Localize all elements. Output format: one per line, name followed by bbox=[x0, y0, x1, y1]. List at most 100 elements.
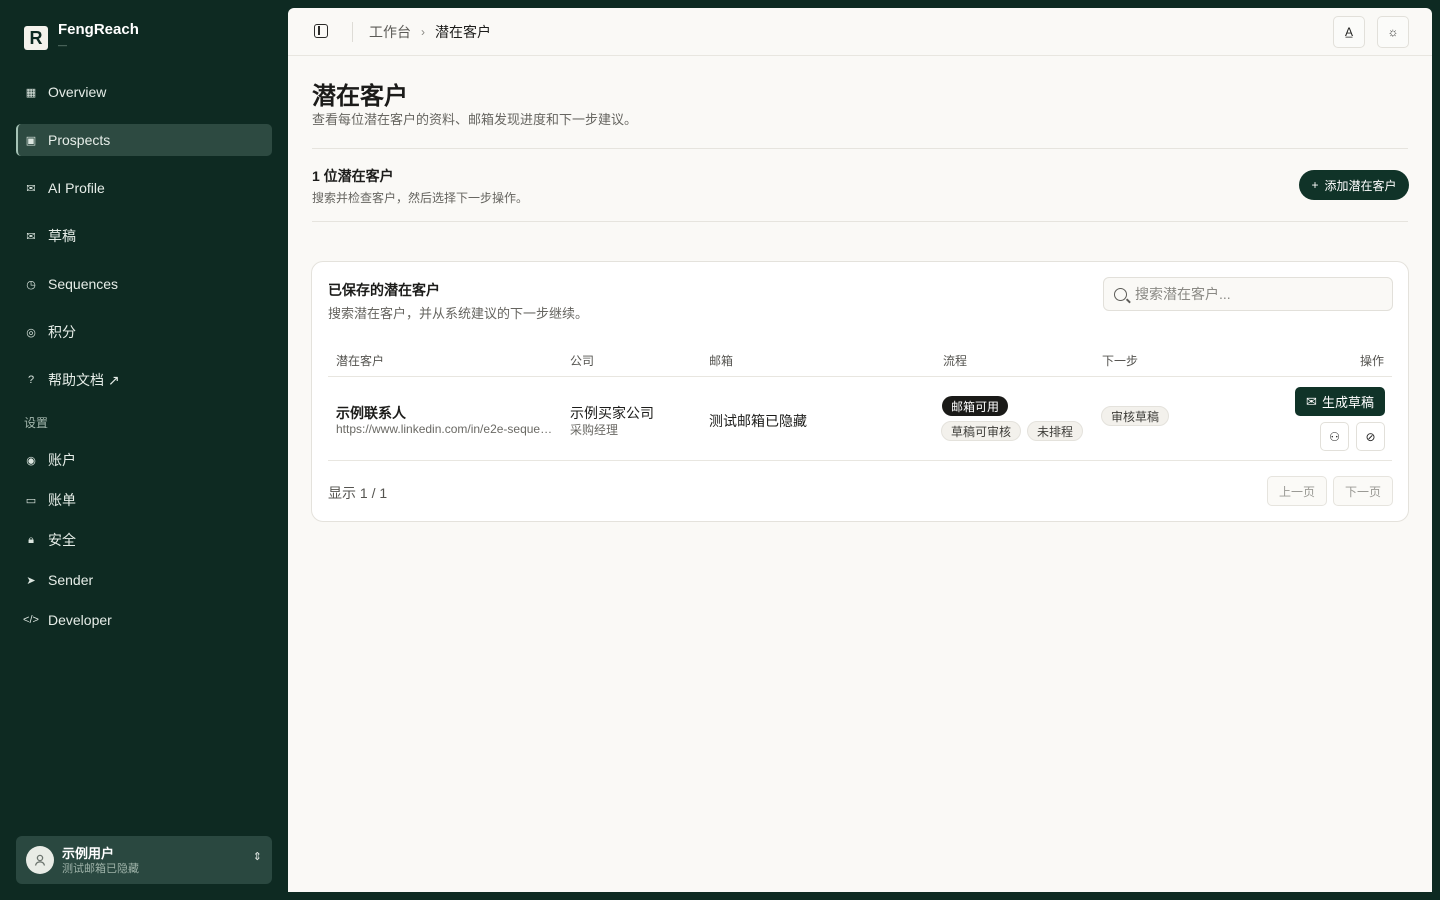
sidebar-item-ai-profile[interactable]: ✉ AI Profile bbox=[16, 172, 272, 204]
main-panel: 工作台 › 潜在客户 A̲ ☼ 潜在客户 查看每位潜在客户的资料、邮箱发现进度和… bbox=[288, 8, 1432, 892]
sidebar-item-help-docs[interactable]: ? 帮助文档 ↗ bbox=[16, 364, 272, 396]
sidebar-item-label: 帮助文档 ↗ bbox=[48, 372, 120, 388]
code-icon: </> bbox=[23, 614, 39, 626]
ban-icon: ⊘ bbox=[1365, 429, 1376, 444]
avatar bbox=[26, 846, 54, 874]
divider bbox=[328, 460, 1392, 461]
clock-icon: ◷ bbox=[26, 278, 36, 291]
help-circle-icon: ? bbox=[27, 374, 35, 386]
breadcrumb-current: 潜在客户 bbox=[435, 24, 491, 40]
sidebar-item-credits[interactable]: ◎ 积分 bbox=[16, 316, 272, 348]
prev-page-button[interactable]: 上一页 bbox=[1267, 476, 1327, 506]
sidebar-item-label: Sender bbox=[48, 572, 94, 588]
settings-section-label: 设置 bbox=[24, 416, 49, 430]
brand-name: FengReach bbox=[58, 21, 139, 38]
prospect-role: 采购经理 bbox=[570, 423, 619, 437]
sidebar-item-label: Developer bbox=[48, 612, 112, 628]
sidebar-item-drafts[interactable]: ✉ 草稿 bbox=[16, 220, 272, 252]
status-badge: 邮箱可用 bbox=[942, 396, 1009, 416]
lock-icon: 🔒︎ bbox=[28, 533, 34, 546]
next-step-badge[interactable]: 审核草稿 bbox=[1101, 406, 1170, 426]
sidebar-item-label: 草稿 bbox=[48, 228, 76, 244]
sidebar-item-sender[interactable]: ➤ Sender bbox=[16, 564, 272, 596]
brand-logo-icon: R bbox=[24, 26, 48, 50]
prospect-count: 1 位潜在客户 bbox=[312, 168, 394, 184]
card-title: 已保存的潜在客户 bbox=[328, 282, 440, 298]
sidebar-item-label: 积分 bbox=[48, 324, 76, 340]
user-icon bbox=[34, 854, 46, 866]
column-header-next-step: 下一步 bbox=[1102, 354, 1139, 368]
sidebar-item-security[interactable]: 🔒︎ 安全 bbox=[16, 524, 272, 556]
user-search-icon: ⚇ bbox=[1329, 429, 1340, 444]
search-box[interactable] bbox=[1103, 277, 1393, 311]
divider bbox=[312, 148, 1408, 149]
contact-card-icon: ▣ bbox=[25, 134, 37, 147]
chevron-up-down-icon: ⇕ bbox=[252, 851, 262, 863]
prospect-linkedin-link[interactable]: https://www.linkedin.com/in/e2e-sequence… bbox=[336, 422, 554, 436]
prospect-email: 测试邮箱已隐藏 bbox=[709, 413, 807, 429]
sidebar-item-label: 账户 bbox=[48, 452, 76, 468]
sidebar-item-label: Sequences bbox=[48, 276, 119, 292]
divider bbox=[328, 376, 1392, 377]
user-circle-icon: ◉ bbox=[26, 454, 36, 467]
sidebar-item-prospects[interactable]: ▣ Prospects bbox=[16, 124, 272, 156]
user-name: 示例用户 bbox=[62, 845, 115, 861]
search-icon bbox=[1114, 287, 1127, 301]
topbar: 工作台 › 潜在客户 A̲ ☼ bbox=[288, 8, 1432, 56]
card-subtitle: 搜索潜在客户，并从系统建议的下一步继续。 bbox=[328, 306, 589, 321]
sun-icon: ☼ bbox=[1387, 25, 1399, 39]
next-page-button[interactable]: 下一页 bbox=[1333, 476, 1393, 506]
prospect-name[interactable]: 示例联系人 bbox=[336, 403, 406, 423]
sidebar-item-label: AI Profile bbox=[48, 180, 105, 196]
sidebar-item-billing[interactable]: ▭ 账单 bbox=[16, 484, 272, 516]
status-badge: 草稿可审核 bbox=[941, 421, 1022, 441]
credit-card-icon: ▭ bbox=[25, 494, 37, 507]
search-input[interactable] bbox=[1135, 286, 1375, 302]
add-prospect-button[interactable]: + 添加潜在客户 bbox=[1299, 170, 1409, 200]
breadcrumb-root[interactable]: 工作台 bbox=[369, 22, 411, 42]
sidebar: R FengReach — ▦ Overview ▣ Prospects ✉ A… bbox=[0, 0, 288, 900]
sidebar-item-account[interactable]: ◉ 账户 bbox=[16, 444, 272, 476]
plus-icon: + bbox=[1311, 178, 1319, 192]
brand-subtitle: — bbox=[58, 40, 67, 50]
sidebar-nav: ▦ Overview ▣ Prospects ✉ AI Profile ✉ 草稿… bbox=[16, 76, 272, 644]
mail-icon: ✉ bbox=[1306, 393, 1317, 409]
column-header-actions: 操作 bbox=[1360, 354, 1385, 368]
sidebar-item-label: Prospects bbox=[48, 132, 111, 148]
sidebar-item-overview[interactable]: ▦ Overview bbox=[16, 76, 272, 108]
block-prospect-button[interactable]: ⊘ bbox=[1356, 422, 1385, 451]
sidebar-toggle-icon[interactable] bbox=[314, 24, 328, 38]
send-icon: ➤ bbox=[26, 574, 36, 587]
saved-prospects-card: 已保存的潜在客户 搜索潜在客户，并从系统建议的下一步继续。 潜在客户 公司 邮箱… bbox=[311, 261, 1409, 522]
page-subtitle: 查看每位潜在客户的资料、邮箱发现进度和下一步建议。 bbox=[312, 112, 638, 127]
mail-icon: ✉ bbox=[26, 182, 36, 195]
company-name: 示例买家公司 bbox=[570, 405, 654, 421]
user-menu[interactable]: 示例用户 测试邮箱已隐藏 ⇕ bbox=[16, 836, 272, 884]
view-prospect-button[interactable]: ⚇ bbox=[1320, 422, 1349, 451]
column-header-prospect: 潜在客户 bbox=[336, 354, 385, 368]
generate-draft-button[interactable]: ✉ 生成草稿 bbox=[1295, 387, 1385, 416]
generate-draft-label: 生成草稿 bbox=[1321, 395, 1374, 410]
column-header-company: 公司 bbox=[570, 354, 595, 368]
flow-tags: 草稿可审核 未排程 bbox=[941, 421, 1084, 441]
sidebar-item-sequences[interactable]: ◷ Sequences bbox=[16, 268, 272, 300]
translate-icon: A̲ bbox=[1344, 25, 1353, 39]
theme-toggle-button[interactable]: ☼ bbox=[1377, 16, 1409, 48]
page-title: 潜在客户 bbox=[312, 83, 408, 110]
divider bbox=[312, 221, 1408, 222]
chevron-right-icon: › bbox=[421, 25, 425, 39]
brand[interactable]: R FengReach — bbox=[24, 20, 139, 50]
sidebar-item-label: 账单 bbox=[48, 492, 76, 508]
language-button[interactable]: A̲ bbox=[1333, 16, 1365, 48]
user-email: 测试邮箱已隐藏 bbox=[62, 862, 139, 875]
add-prospect-label: 添加潜在客户 bbox=[1324, 178, 1397, 193]
status-badge: 未排程 bbox=[1027, 421, 1084, 441]
sidebar-item-developer[interactable]: </> Developer bbox=[16, 604, 272, 636]
divider bbox=[352, 22, 353, 42]
dashboard-icon: ▦ bbox=[25, 86, 37, 99]
next-step: 审核草稿 bbox=[1101, 406, 1170, 426]
column-header-flow: 流程 bbox=[943, 354, 968, 368]
sidebar-item-label: Overview bbox=[48, 84, 107, 100]
flow-status: 邮箱可用 bbox=[942, 396, 1009, 416]
pagination-status: 显示 1 / 1 bbox=[328, 485, 388, 501]
